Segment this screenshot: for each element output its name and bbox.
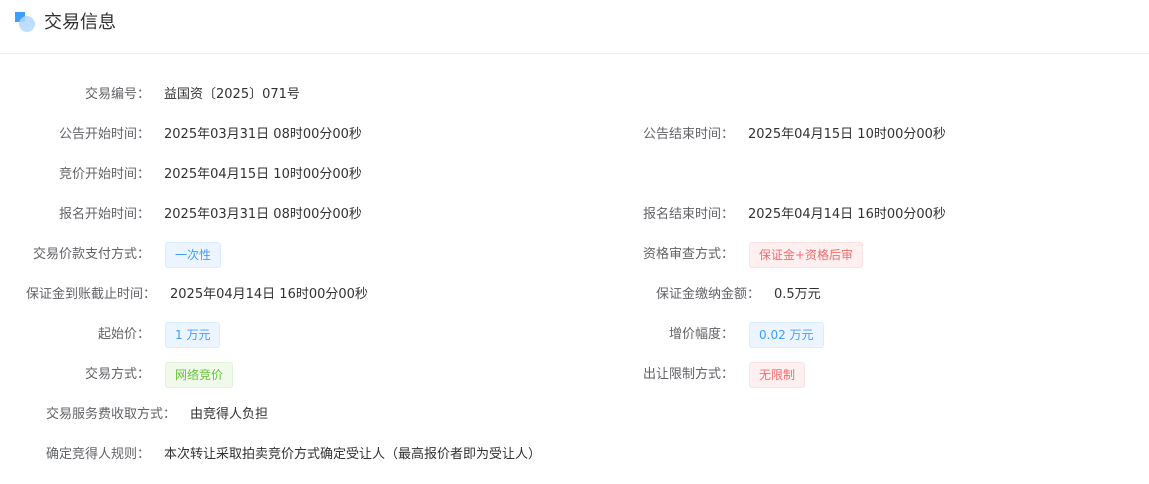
trade-no-value: 益国资〔2025〕071号	[164, 87, 300, 102]
payment-method-label: 交易价款支付方式：	[32, 247, 150, 262]
signup-end-value: 2025年04月14日 16时00分00秒	[748, 207, 946, 222]
start-price-tag: 1 万元	[165, 322, 221, 348]
notice-start-label: 公告开始时间：	[58, 127, 150, 142]
increment-label: 增价幅度：	[668, 327, 734, 342]
bid-start-value: 2025年04月15日 10时00分00秒	[164, 167, 362, 182]
notice-end-value: 2025年04月15日 10时00分00秒	[748, 127, 946, 142]
winner-rule-value: 本次转让采取拍卖竞价方式确定受让人（最高报价者即为受让人）	[164, 447, 542, 462]
notice-end-label: 公告结束时间：	[642, 127, 734, 142]
notice-start-value: 2025年03月31日 08时00分00秒	[164, 127, 362, 142]
trade-method-label: 交易方式：	[84, 367, 150, 382]
service-fee-value: 由竞得人负担	[190, 407, 269, 422]
deposit-amount-label: 保证金缴纳金额：	[655, 287, 760, 302]
deposit-amount-value: 0.5万元	[774, 287, 821, 302]
transfer-restriction-tag: 无限制	[749, 362, 806, 388]
trade-no-label: 交易编号：	[84, 87, 150, 102]
section-header: 交易信息	[0, 0, 1149, 54]
trade-method-tag: 网络竞价	[165, 362, 234, 388]
deposit-deadline-label: 保证金到账截止时间：	[25, 287, 156, 302]
start-price-label: 起始价：	[97, 327, 150, 342]
qualification-review-label: 资格审查方式：	[642, 247, 734, 262]
section-block-icon	[15, 12, 35, 32]
payment-method-tag: 一次性	[165, 242, 222, 268]
service-fee-label: 交易服务费收取方式：	[45, 407, 176, 422]
signup-start-label: 报名开始时间：	[58, 207, 150, 222]
section-title: 交易信息	[44, 12, 116, 33]
bid-start-label: 竞价开始时间：	[58, 167, 150, 182]
winner-rule-label: 确定竞得人规则：	[45, 447, 150, 462]
transfer-restriction-label: 出让限制方式：	[642, 367, 734, 382]
qualification-review-tag: 保证金+资格后审	[749, 242, 864, 268]
signup-end-label: 报名结束时间：	[642, 207, 734, 222]
signup-start-value: 2025年03月31日 08时00分00秒	[164, 207, 362, 222]
increment-tag: 0.02 万元	[749, 322, 824, 348]
deposit-deadline-value: 2025年04月14日 16时00分00秒	[170, 287, 368, 302]
